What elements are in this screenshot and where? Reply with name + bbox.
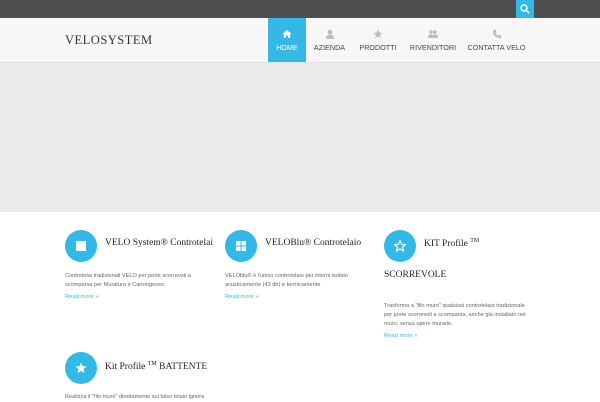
- nav-item-label: PRODOTTI: [359, 42, 397, 52]
- feature-text-line: VELOblu® è l'unico controtelaio per inte…: [225, 273, 349, 279]
- feature-icon-circle: [65, 230, 97, 262]
- feature-title[interactable]: VELO System® Controtelai: [105, 238, 213, 248]
- feature-title-text: Kit Profile: [105, 362, 146, 373]
- nav-item-label: CONTATTA VELO: [467, 42, 526, 52]
- feature-icon-circle: [384, 230, 416, 262]
- nav-item-label: HOME: [276, 42, 298, 52]
- user-icon: [325, 29, 334, 39]
- star-icon: [373, 29, 383, 38]
- hero-slider: [0, 63, 600, 212]
- feature-title-suffix: BATTENTE: [156, 362, 208, 373]
- feature-title[interactable]: KIT Profile TM: [424, 238, 479, 249]
- double-chevron-right-icon: »: [414, 333, 418, 339]
- site-logo[interactable]: VELOSYSTEM: [65, 33, 153, 48]
- feature-text: Controtelai tradizionali VELO per porte …: [65, 272, 215, 290]
- nav-item-label: RIVENDITORI: [409, 42, 457, 52]
- phone-icon: [492, 29, 501, 38]
- feature-text-line: acusticamente (43 db) e termicamente: [225, 282, 321, 288]
- feature-text: Trasforma a "filo muro" qualsiasi contro…: [384, 302, 544, 329]
- grid-icon: [236, 241, 246, 251]
- nav-item-label: AZIENDA: [313, 42, 346, 52]
- feature-icon-circle: [65, 352, 97, 384]
- nav-item-azienda[interactable]: AZIENDA: [306, 18, 353, 62]
- read-more-link[interactable]: Read more »: [384, 333, 418, 339]
- feature-icon-circle: [225, 230, 257, 262]
- feature-text: Realizza il "filo muro" direttamente sul…: [65, 393, 265, 402]
- feature-title-text: KIT Profile: [424, 239, 468, 250]
- read-more-link[interactable]: Read more »: [65, 294, 99, 300]
- square-icon: [76, 241, 86, 251]
- star-icon: [75, 362, 87, 374]
- home-icon: [282, 29, 292, 38]
- nav-item-home[interactable]: HOME: [268, 18, 306, 62]
- read-more-label: Read more: [225, 294, 254, 300]
- feature-text-line: Realizza il "filo muro" direttamente sul…: [65, 394, 205, 400]
- feature-text-line: per porte scorrevoli a scomparsa, anche …: [384, 312, 526, 318]
- feature-text-line: Controtelai tradizionali VELO per porte …: [65, 273, 191, 279]
- feature-title[interactable]: Kit Profile TM BATTENTE: [105, 361, 207, 372]
- trademark-mark: TM: [470, 238, 480, 244]
- site-header: VELOSYSTEM HOME AZIENDA PRODOTTI RIVENDI…: [0, 18, 600, 63]
- feature-text-line: scomparsa per Muratura e Cartongesso.: [65, 282, 166, 288]
- read-more-link[interactable]: Read more »: [225, 294, 259, 300]
- double-chevron-right-icon: »: [255, 294, 259, 300]
- nav-item-prodotti[interactable]: PRODOTTI: [353, 18, 403, 62]
- top-bar: [0, 0, 600, 18]
- feature-title[interactable]: VELOBlu® Controtelaio: [265, 238, 361, 248]
- feature-title-line2[interactable]: SCORREVOLE: [384, 270, 446, 280]
- main-nav: HOME AZIENDA PRODOTTI RIVENDITORI CONTAT…: [268, 18, 530, 62]
- search-button[interactable]: [516, 0, 534, 18]
- search-icon: [520, 4, 530, 14]
- read-more-label: Read more: [65, 294, 94, 300]
- trademark-mark: TM: [147, 361, 157, 367]
- users-icon: [428, 29, 438, 38]
- double-chevron-right-icon: »: [95, 294, 99, 300]
- read-more-label: Read more: [384, 333, 413, 339]
- nav-item-contatta-velo[interactable]: CONTATTA VELO: [463, 18, 530, 62]
- feature-text-line: muro, senza opere murarie.: [384, 321, 453, 327]
- star-outline-icon: [393, 239, 407, 252]
- feature-text: VELOblu® è l'unico controtelaio per inte…: [225, 272, 375, 290]
- nav-item-rivenditori[interactable]: RIVENDITORI: [403, 18, 463, 62]
- feature-text-line: Trasforma a "filo muro" qualsiasi contro…: [384, 303, 525, 309]
